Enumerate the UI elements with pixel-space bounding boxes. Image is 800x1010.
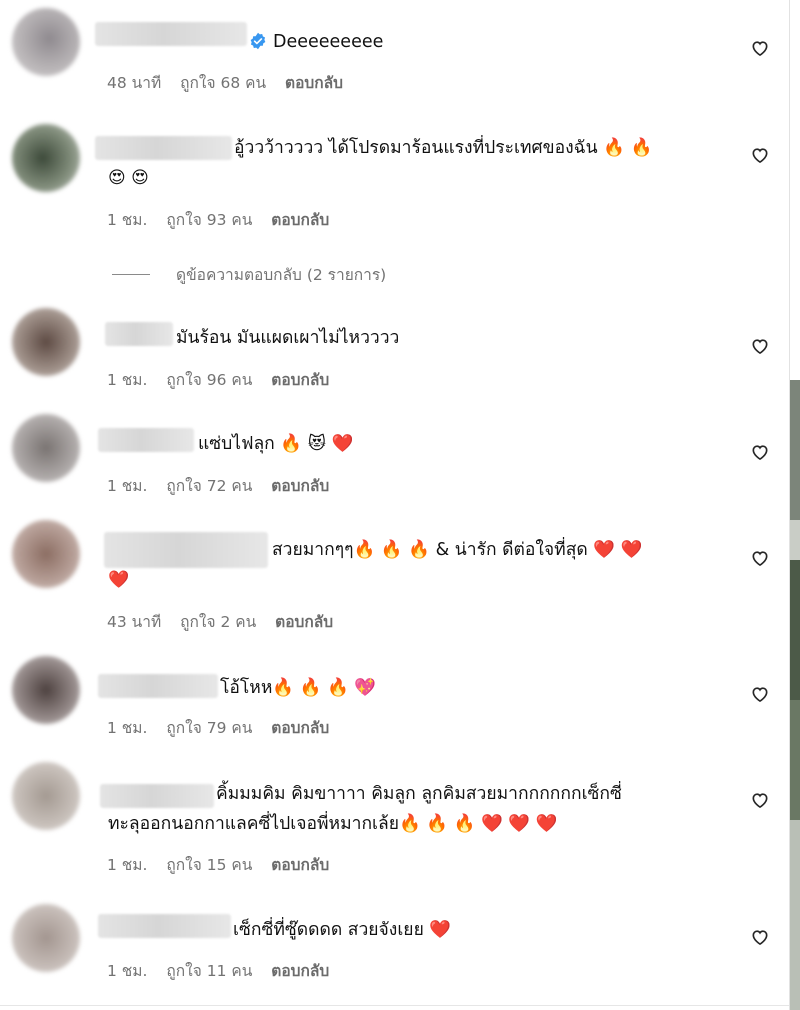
comment-likes[interactable]: ถูกใจ 72 คน [166,477,252,495]
comment-text-line2: ทะลุออกนอกกาแลคซี่ไปเจอพี่หมากเล้ย🔥 🔥 🔥 … [108,814,558,834]
comment-likes[interactable]: ถูกใจ 15 คน [166,856,252,874]
reply-button[interactable]: ตอบกลับ [275,613,333,631]
replies-line [112,274,150,275]
username-blurred[interactable] [95,136,232,160]
comment-text: สวยมากๆๆ🔥 🔥 🔥 & น่ารัก ดีต่อใจที่สุด ❤️ … [272,540,643,560]
heart-outline-icon[interactable] [750,927,770,947]
comment-meta: 1 ชม. ถูกใจ 93 คน ตอบกลับ [107,207,343,232]
heart-outline-icon[interactable] [750,442,770,462]
comment-likes[interactable]: ถูกใจ 93 คน [166,211,252,229]
comment-meta: 1 ชม. ถูกใจ 15 คน ตอบกลับ [107,852,343,877]
reply-button[interactable]: ตอบกลับ [271,856,329,874]
reply-button[interactable]: ตอบกลับ [271,477,329,495]
verified-badge-icon [250,32,266,50]
username-blurred[interactable] [100,784,214,808]
view-replies-label: ดูข้อความตอบกลับ (2 รายการ) [176,266,387,284]
heart-outline-icon[interactable] [750,790,770,810]
reply-button[interactable]: ตอบกลับ [271,962,329,980]
comment-meta: 1 ชม. ถูกใจ 11 คน ตอบกลับ [107,958,343,983]
reply-button[interactable]: ตอบกลับ [271,211,329,229]
comment-text: โอ้โหห🔥 🔥 🔥 💖 [220,678,377,698]
comment-likes[interactable]: ถูกใจ 2 คน [180,613,256,631]
avatar[interactable] [12,656,80,724]
reply-button[interactable]: ตอบกลับ [271,371,329,389]
reply-button[interactable]: ตอบกลับ [271,719,329,737]
comment-time[interactable]: 1 ชม. [107,371,147,389]
heart-outline-icon[interactable] [750,38,770,58]
background-page-strip [789,0,800,1010]
avatar[interactable] [12,762,80,830]
username-blurred[interactable] [98,674,218,698]
comment-likes[interactable]: ถูกใจ 96 คน [166,371,252,389]
comment-meta: 1 ชม. ถูกใจ 79 คน ตอบกลับ [107,715,343,740]
comment-time[interactable]: 1 ชม. [107,211,147,229]
comment-time[interactable]: 43 นาที [107,613,161,631]
avatar[interactable] [12,414,80,482]
comment-text: คิ้มมมคิม คิมขาาาา คิมลูก ลูกคิมสวยมากกก… [216,784,622,804]
avatar[interactable] [12,124,80,192]
heart-outline-icon[interactable] [750,145,770,165]
avatar[interactable] [12,308,80,376]
bottom-divider [0,1005,789,1006]
comment-meta: 1 ชม. ถูกใจ 72 คน ตอบกลับ [107,473,343,498]
comment-time[interactable]: 1 ชม. [107,962,147,980]
comment-text-emojis: ❤️ [108,570,130,590]
comment-likes[interactable]: ถูกใจ 79 คน [166,719,252,737]
avatar[interactable] [12,520,80,588]
heart-outline-icon[interactable] [750,336,770,356]
heart-outline-icon[interactable] [750,684,770,704]
comment-text: อู้ววว้าวววว ได้โปรดมาร้อนแรงที่ประเทศขอ… [234,138,653,158]
comment-time[interactable]: 48 นาที [107,74,161,92]
comment-meta: 48 นาที ถูกใจ 68 คน ตอบกลับ [107,70,357,95]
avatar[interactable] [12,8,80,76]
comment-time[interactable]: 1 ชม. [107,719,147,737]
comment-meta: 1 ชม. ถูกใจ 96 คน ตอบกลับ [107,367,343,392]
username-blurred[interactable] [95,22,247,46]
comment-time[interactable]: 1 ชม. [107,477,147,495]
username-blurred[interactable] [98,428,194,452]
comment-text-emojis: 😍 😍 [108,168,149,188]
comment-text: เซ็กซี่ที่ซู๊ดดดด สวยจังเยย ❤️ [233,920,452,940]
view-replies-button[interactable]: ดูข้อความตอบกลับ (2 รายการ) [112,262,386,287]
username-blurred[interactable] [98,914,231,938]
username-blurred[interactable] [104,532,268,568]
avatar[interactable] [12,904,80,972]
comment-meta: 43 นาที ถูกใจ 2 คน ตอบกลับ [107,609,347,634]
username-blurred[interactable] [105,322,173,346]
comment-text: Deeeeeeeee [247,26,383,58]
comment-text: แซ่บไฟลุก 🔥 😻 ❤️ [198,434,354,454]
heart-outline-icon[interactable] [750,548,770,568]
panel-divider [789,0,790,1010]
comment-text: มันร้อน มันแผดเผาไม่ไหวววว [176,328,400,348]
reply-button[interactable]: ตอบกลับ [285,74,343,92]
comment-likes[interactable]: ถูกใจ 68 คน [180,74,266,92]
comment-time[interactable]: 1 ชม. [107,856,147,874]
comment-likes[interactable]: ถูกใจ 11 คน [166,962,252,980]
